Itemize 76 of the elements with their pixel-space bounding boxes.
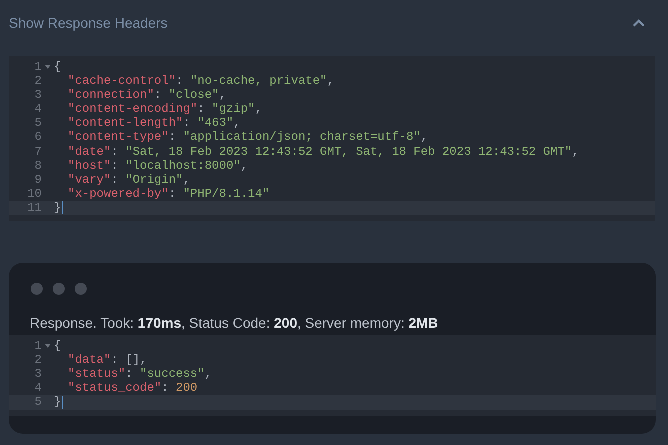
json-key: "content-length" — [68, 116, 184, 130]
text-cursor — [62, 201, 64, 214]
window-dot — [53, 283, 65, 296]
json-string: "success" — [140, 367, 205, 382]
json-string: "gzip" — [212, 102, 256, 116]
line-number: 10 — [26, 186, 42, 201]
json-punctuation: : — [154, 88, 162, 102]
json-string: "no-cache, private" — [190, 74, 328, 88]
json-string: "Sat, 18 Feb 2023 12:43:52 GMT, Sat, 18 Feb 2023 12:43:52 GMT" — [126, 144, 572, 159]
response-summary: Response. Took: 170ms, Status Code: 200, Server memory: 2MB — [29, 314, 438, 334]
json-punctuation: : — [126, 367, 133, 382]
json-key: "connection" — [68, 88, 154, 102]
json-string: "463" — [198, 116, 234, 130]
json-punctuation: : — [111, 158, 118, 173]
json-key: "host" — [68, 158, 112, 173]
json-key: "x-powered-by" — [68, 186, 169, 201]
line-number: 4 — [34, 381, 42, 396]
json-punctuation: } — [54, 395, 62, 410]
line-number: 1 — [34, 339, 42, 354]
json-punctuation: , — [255, 102, 262, 116]
json-punctuation: [], — [126, 353, 148, 368]
fold-arrow-icon[interactable] — [45, 344, 51, 348]
json-punctuation: : — [168, 130, 176, 144]
line-number: 5 — [34, 116, 42, 130]
json-punctuation: : — [111, 353, 118, 368]
json-string: "close" — [168, 88, 220, 102]
line-number: 1 — [34, 60, 42, 74]
json-string: "PHP/8.1.14" — [183, 186, 270, 201]
json-punctuation: , — [572, 144, 580, 159]
fold-arrow-icon[interactable] — [45, 65, 51, 70]
json-punctuation: , — [234, 116, 241, 130]
window-dot — [75, 283, 87, 296]
json-key: "data" — [68, 353, 112, 368]
json-punctuation: { — [54, 339, 62, 354]
json-key: "content-type" — [68, 130, 169, 144]
line-number: 7 — [34, 144, 42, 159]
text-cursor — [62, 396, 64, 409]
json-punctuation: , — [420, 130, 428, 144]
json-punctuation: : — [162, 381, 169, 396]
line-number: 9 — [34, 172, 42, 187]
json-punctuation: : — [176, 74, 184, 88]
json-punctuation: , — [219, 88, 226, 102]
line-number: 5 — [34, 395, 42, 410]
json-punctuation: : — [198, 102, 205, 116]
json-key: "content-encoding" — [68, 102, 198, 116]
json-punctuation: , — [204, 367, 212, 382]
line-number: 3 — [34, 367, 42, 382]
json-key: "date" — [68, 144, 112, 159]
json-string: "localhost:8000" — [126, 158, 241, 173]
line-number: 2 — [34, 353, 42, 368]
json-punctuation: : — [111, 144, 118, 159]
line-number: 3 — [34, 88, 42, 102]
json-punctuation: : — [183, 116, 190, 130]
json-punctuation: , — [240, 158, 248, 173]
line-number: 8 — [34, 158, 42, 173]
json-string: "application/json; charset=utf-8" — [183, 130, 421, 144]
json-key: "status" — [68, 367, 126, 382]
section-title[interactable]: Show Response Headers — [9, 15, 168, 31]
json-punctuation: , — [327, 74, 334, 88]
json-punctuation: : — [168, 186, 176, 201]
line-number: 11 — [26, 200, 42, 216]
json-key: "cache-control" — [68, 74, 176, 88]
line-number: 2 — [34, 74, 42, 88]
line-number: 4 — [34, 102, 42, 116]
window-dot — [31, 283, 43, 296]
json-punctuation: { — [54, 60, 62, 74]
json-string: "Origin" — [126, 172, 184, 187]
code-editor[interactable] — [9, 60, 655, 216]
json-key: "vary" — [68, 172, 112, 187]
json-punctuation: } — [54, 200, 62, 215]
json-number: 200 — [176, 381, 198, 396]
json-key: "status_code" — [68, 381, 162, 396]
line-number: 6 — [34, 130, 42, 145]
json-punctuation: , — [183, 172, 190, 187]
chevron-up-icon[interactable] — [632, 18, 646, 28]
json-punctuation: : — [111, 172, 118, 187]
